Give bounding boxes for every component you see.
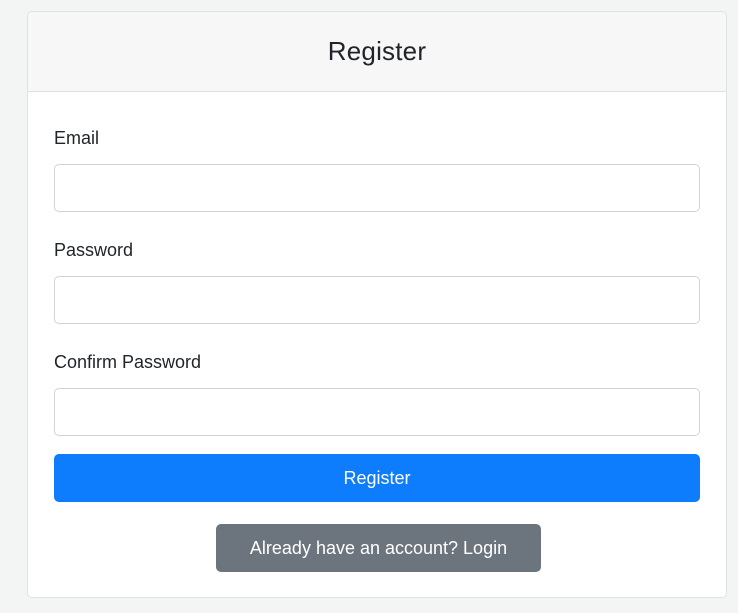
confirm-password-label: Confirm Password bbox=[54, 352, 202, 372]
password-label: Password bbox=[54, 240, 134, 260]
email-group: Email bbox=[54, 126, 700, 212]
card-header: Register bbox=[28, 12, 726, 92]
register-button[interactable]: Register bbox=[54, 454, 700, 502]
confirm-password-field[interactable] bbox=[54, 388, 700, 436]
register-card: Register Email Password Confirm Password… bbox=[27, 11, 727, 598]
password-group: Password bbox=[54, 238, 700, 324]
page-title: Register bbox=[327, 36, 427, 66]
email-label: Email bbox=[54, 128, 100, 148]
confirm-password-group: Confirm Password bbox=[54, 350, 700, 436]
password-field[interactable] bbox=[54, 276, 700, 324]
login-link-button[interactable]: Already have an account? Login bbox=[216, 524, 541, 572]
email-field[interactable] bbox=[54, 164, 700, 212]
